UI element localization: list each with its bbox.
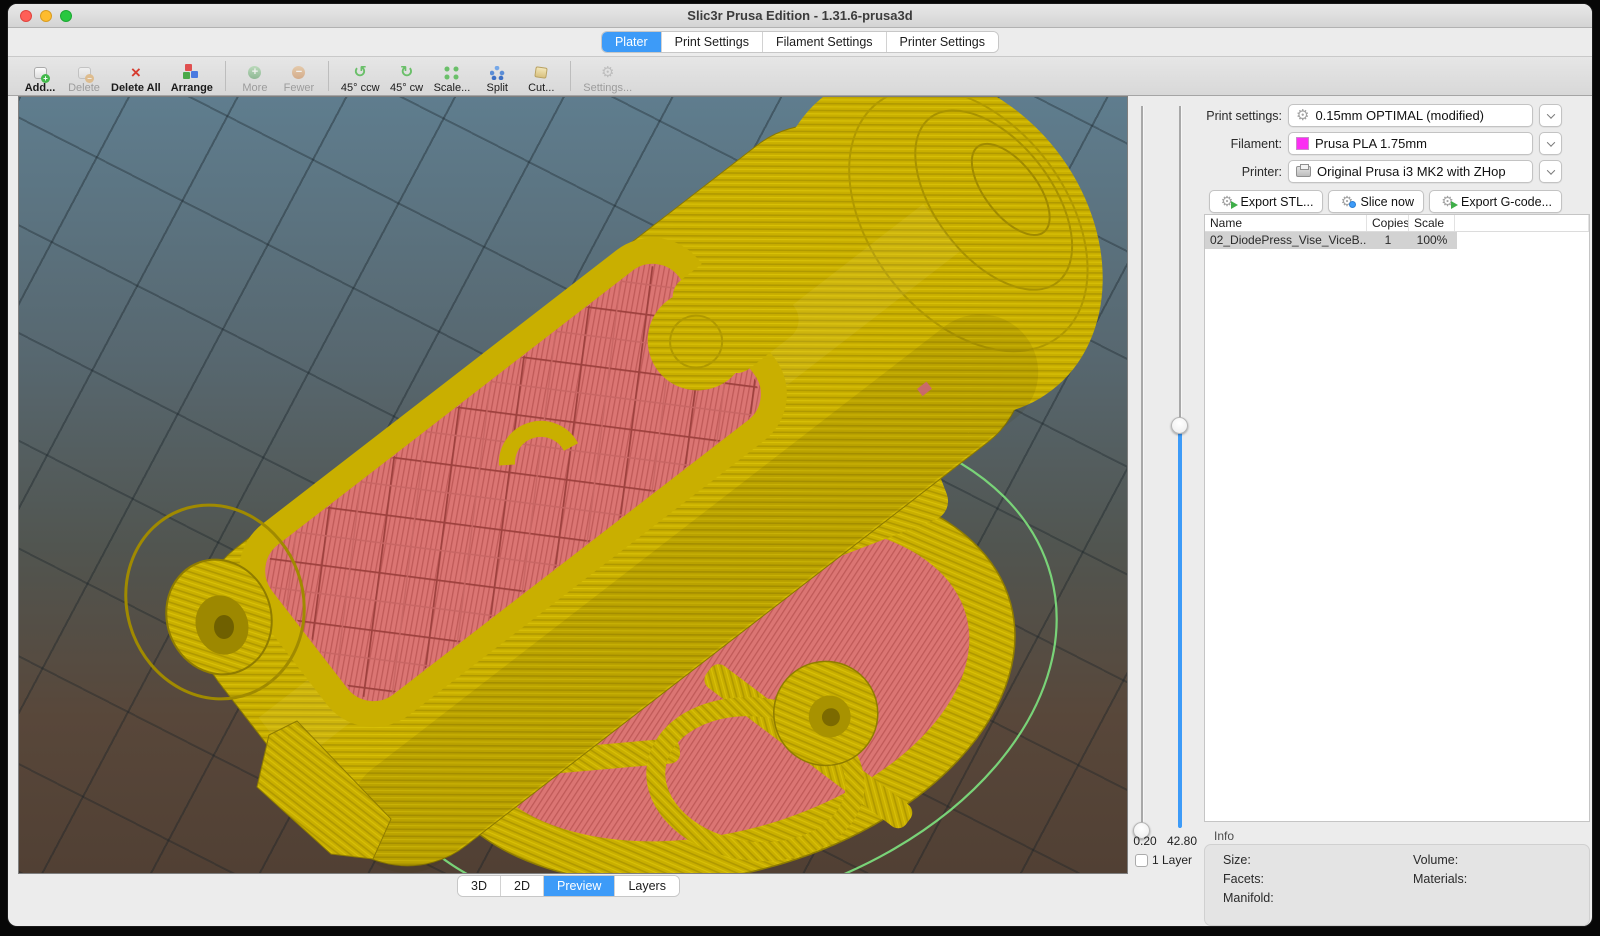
- plater-toolbar: + Add... − Delete × Delete All Arrange +…: [8, 56, 1592, 96]
- object-list: Name Copies Scale 02_DiodePress_Vise_Vic…: [1204, 214, 1590, 822]
- view-mode-tabs: 3D 2D Preview Layers: [458, 876, 679, 896]
- layer-max-value: 42.80: [1159, 834, 1205, 848]
- fewer-icon: −: [289, 64, 309, 81]
- info-materials-label: Materials:: [1413, 872, 1589, 886]
- view-2d-button[interactable]: 2D: [500, 876, 543, 896]
- layer-slider-panel: 0.20 42.80 1 Layer: [1129, 96, 1201, 886]
- column-copies[interactable]: Copies: [1367, 215, 1409, 231]
- info-size-label: Size:: [1223, 853, 1413, 867]
- filament-color-swatch: [1296, 137, 1309, 150]
- toolbar-separator: [570, 61, 571, 91]
- one-layer-label: 1 Layer: [1152, 853, 1192, 867]
- filament-value: Prusa PLA 1.75mm: [1315, 136, 1427, 151]
- app-window: Slic3r Prusa Edition - 1.31.6-prusa3d Pl…: [8, 4, 1592, 926]
- more-copies-button[interactable]: + More: [238, 58, 272, 94]
- split-icon: [487, 64, 507, 81]
- object-list-header: Name Copies Scale: [1205, 215, 1589, 232]
- chevron-down-icon: [1546, 138, 1554, 146]
- view-layers-button[interactable]: Layers: [614, 876, 679, 896]
- filament-label: Filament:: [1204, 137, 1282, 151]
- export-gcode-icon: ⚙: [1439, 194, 1456, 209]
- layer-slider-low-track[interactable]: [1141, 106, 1143, 828]
- printer-dropdown-button[interactable]: [1539, 160, 1562, 183]
- 3d-viewport[interactable]: [18, 96, 1128, 874]
- zoom-window-button[interactable]: [60, 10, 72, 22]
- rotate-cw-icon: ↻: [397, 64, 417, 81]
- gear-icon: ⚙: [1296, 108, 1309, 123]
- tab-printer-settings[interactable]: Printer Settings: [886, 32, 998, 52]
- one-layer-checkbox[interactable]: [1135, 854, 1148, 867]
- rotate-cw-button[interactable]: ↻ 45° cw: [390, 58, 424, 94]
- split-button[interactable]: Split: [480, 58, 514, 94]
- add-button[interactable]: + Add...: [23, 58, 57, 94]
- printer-label: Printer:: [1204, 165, 1282, 179]
- object-row[interactable]: 02_DiodePress_Vise_ViceB... 1 100%: [1205, 232, 1589, 249]
- print-settings-value: 0.15mm OPTIMAL (modified): [1315, 108, 1484, 123]
- gcode-preview-scene: [19, 97, 1127, 873]
- print-settings-label: Print settings:: [1204, 109, 1282, 123]
- view-mode-bar: 3D 2D Preview Layers: [8, 876, 1129, 896]
- object-settings-button[interactable]: ⚙ Settings...: [583, 58, 632, 94]
- main-tabs: Plater Print Settings Filament Settings …: [602, 32, 998, 52]
- add-object-icon: +: [30, 64, 50, 81]
- printer-icon: [1296, 166, 1311, 177]
- delete-all-icon: ×: [126, 64, 146, 81]
- column-name[interactable]: Name: [1205, 215, 1367, 231]
- tab-row: Plater Print Settings Filament Settings …: [8, 28, 1592, 56]
- toolbar-separator: [225, 61, 226, 91]
- delete-button[interactable]: − Delete: [67, 58, 101, 94]
- tab-plater[interactable]: Plater: [602, 32, 661, 52]
- one-layer-control: 1 Layer: [1135, 853, 1192, 867]
- rotate-ccw-icon: ↺: [350, 64, 370, 81]
- scale-button[interactable]: Scale...: [434, 58, 471, 94]
- export-stl-button[interactable]: ⚙ Export STL...: [1209, 190, 1324, 213]
- info-box: Size: Volume: Facets: Materials: Manifol…: [1204, 844, 1590, 926]
- print-settings-dropdown-button[interactable]: [1539, 104, 1562, 127]
- info-manifold-label: Manifold:: [1223, 891, 1413, 905]
- export-gcode-button[interactable]: ⚙ Export G-code...: [1429, 190, 1562, 213]
- close-window-button[interactable]: [20, 10, 32, 22]
- titlebar: Slic3r Prusa Edition - 1.31.6-prusa3d: [8, 4, 1592, 28]
- settings-panel: Print settings: ⚙ 0.15mm OPTIMAL (modifi…: [1200, 96, 1590, 926]
- arrange-icon: [182, 64, 202, 81]
- tab-filament-settings[interactable]: Filament Settings: [762, 32, 886, 52]
- toolbar-separator: [328, 61, 329, 91]
- object-scale: 100%: [1409, 232, 1455, 249]
- cut-button[interactable]: Cut...: [524, 58, 558, 94]
- slice-now-icon: ⚙: [1338, 194, 1355, 209]
- print-settings-select[interactable]: ⚙ 0.15mm OPTIMAL (modified): [1288, 104, 1533, 127]
- more-icon: +: [245, 64, 265, 81]
- traffic-lights: [20, 10, 72, 22]
- gear-icon: ⚙: [598, 64, 618, 81]
- window-title: Slic3r Prusa Edition - 1.31.6-prusa3d: [8, 4, 1592, 28]
- column-scale[interactable]: Scale: [1409, 215, 1455, 231]
- layer-slider-high-track[interactable]: [1179, 106, 1181, 828]
- filament-dropdown-button[interactable]: [1539, 132, 1562, 155]
- slice-now-button[interactable]: ⚙ Slice now: [1328, 190, 1424, 213]
- scale-icon: [442, 64, 462, 81]
- cut-icon: [531, 64, 551, 81]
- info-volume-label: Volume:: [1413, 853, 1589, 867]
- delete-all-button[interactable]: × Delete All: [111, 58, 161, 94]
- rotate-ccw-button[interactable]: ↺ 45° ccw: [341, 58, 380, 94]
- layer-slider-range-fill: [1178, 425, 1182, 828]
- view-3d-button[interactable]: 3D: [458, 876, 500, 896]
- chevron-down-icon: [1546, 166, 1554, 174]
- tab-print-settings[interactable]: Print Settings: [661, 32, 762, 52]
- fewer-copies-button[interactable]: − Fewer: [282, 58, 316, 94]
- info-section-title: Info: [1214, 829, 1234, 843]
- minimize-window-button[interactable]: [40, 10, 52, 22]
- delete-object-icon: −: [74, 64, 94, 81]
- chevron-down-icon: [1546, 110, 1554, 118]
- object-copies: 1: [1367, 232, 1409, 249]
- info-facets-label: Facets:: [1223, 872, 1413, 886]
- printer-select[interactable]: Original Prusa i3 MK2 with ZHop: [1288, 160, 1533, 183]
- export-stl-icon: ⚙: [1219, 194, 1236, 209]
- view-preview-button[interactable]: Preview: [543, 876, 614, 896]
- arrange-button[interactable]: Arrange: [171, 58, 213, 94]
- filament-select[interactable]: Prusa PLA 1.75mm: [1288, 132, 1533, 155]
- object-name: 02_DiodePress_Vise_ViceB...: [1205, 232, 1367, 249]
- layer-slider-high-handle[interactable]: [1171, 417, 1188, 434]
- printer-value: Original Prusa i3 MK2 with ZHop: [1317, 164, 1506, 179]
